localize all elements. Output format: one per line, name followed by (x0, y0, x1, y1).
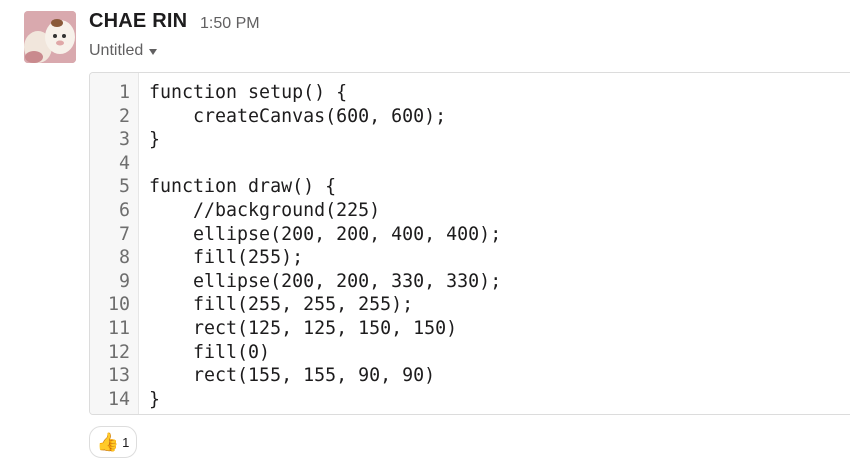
code-line: 8 fill(255); (90, 246, 501, 270)
snippet-title-dropdown[interactable]: Untitled (89, 42, 158, 60)
code-text: rect(155, 155, 90, 90) (149, 365, 436, 387)
code-line: 1 function setup() { (90, 81, 501, 105)
code-text: } (149, 129, 161, 151)
line-number: 9 (118, 270, 130, 292)
code-text: createCanvas(600, 600); (149, 105, 447, 127)
code-line: 11 rect(125, 125, 150, 150) (90, 317, 501, 341)
code-line: 5 function draw() { (90, 175, 501, 199)
line-number: 8 (118, 247, 130, 269)
line-number: 5 (118, 176, 130, 198)
code-text: fill(255); (149, 247, 304, 269)
code-line: 2 createCanvas(600, 600); (90, 105, 501, 129)
line-number: 2 (118, 105, 130, 127)
code-line: 3} (90, 128, 501, 152)
code-text: ellipse(200, 200, 400, 400); (149, 223, 502, 245)
line-number: 14 (107, 388, 130, 410)
code-line: 9 ellipse(200, 200, 330, 330); (90, 270, 501, 294)
code-line: 6 //background(225) (90, 199, 501, 223)
thumbs-up-icon: 👍 (96, 432, 120, 452)
line-number: 7 (118, 223, 130, 245)
line-number: 10 (107, 294, 130, 316)
code-text: rect(125, 125, 150, 150) (149, 317, 458, 339)
code-text: function draw() { (149, 176, 337, 198)
code-line: 10 fill(255, 255, 255); (90, 293, 501, 317)
code-text: } (149, 388, 161, 410)
author-name[interactable]: CHAE RIN (89, 10, 187, 33)
avatar[interactable] (24, 11, 76, 63)
line-number: 6 (118, 199, 130, 221)
code-line: 12 fill(0) (90, 341, 501, 365)
code-text: ellipse(200, 200, 330, 330); (149, 270, 502, 292)
code-line: 7 ellipse(200, 200, 400, 400); (90, 223, 501, 247)
line-number: 1 (118, 82, 130, 103)
message-timestamp[interactable]: 1:50 PM (200, 15, 260, 33)
snippet-title: Untitled (89, 42, 144, 59)
code-text: //background(225) (149, 199, 381, 221)
code-text: fill(0) (149, 341, 271, 363)
line-number: 4 (118, 152, 130, 174)
reaction-button[interactable]: 👍 1 (89, 426, 137, 458)
code-line: 13 rect(155, 155, 90, 90) (90, 364, 501, 388)
line-number: 12 (107, 341, 130, 363)
chevron-down-icon (149, 49, 158, 55)
line-number: 11 (107, 317, 130, 339)
code-line: 14} (90, 388, 501, 412)
code-text: function setup() { (149, 82, 348, 103)
line-number: 13 (107, 365, 130, 387)
code-lines: 1 function setup() {2 createCanvas(600, 6… (90, 81, 501, 411)
code-text: fill(255, 255, 255); (149, 294, 414, 316)
reaction-count: 1 (122, 434, 130, 450)
code-snippet: 1 function setup() {2 createCanvas(600, 6… (89, 72, 850, 415)
code-line: 4 (90, 152, 501, 176)
line-number: 3 (118, 129, 130, 151)
